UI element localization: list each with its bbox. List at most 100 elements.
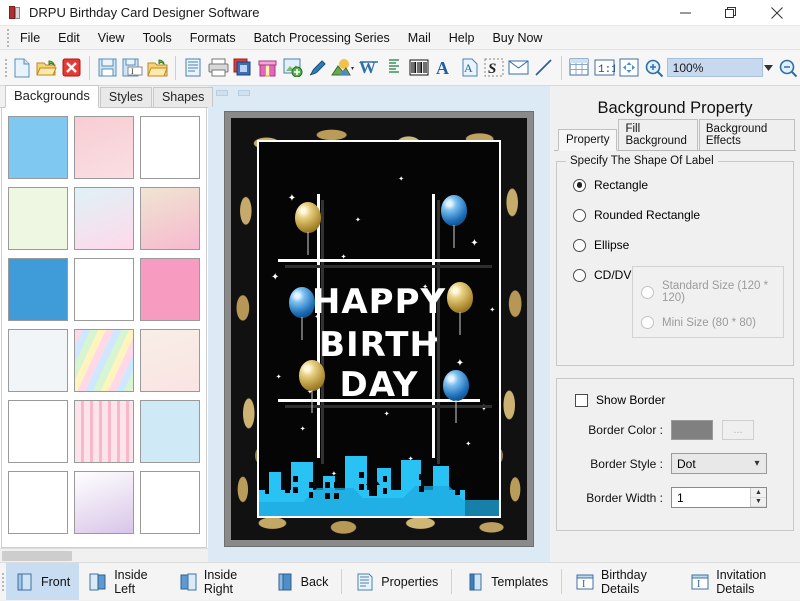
background-thumbnail-beige-bird[interactable] bbox=[140, 187, 200, 250]
export-icon[interactable] bbox=[145, 53, 170, 83]
menu-buy-now[interactable]: Buy Now bbox=[483, 28, 551, 48]
radio-mini-size-indicator[interactable] bbox=[641, 316, 654, 329]
save-icon[interactable] bbox=[95, 53, 120, 83]
chevron-down-icon[interactable] bbox=[763, 58, 775, 77]
text-document-icon[interactable]: A bbox=[456, 53, 481, 83]
background-thumbnails-scroll[interactable] bbox=[1, 108, 207, 548]
menu-help[interactable]: Help bbox=[440, 28, 484, 48]
tab-background-effects[interactable]: Background Effects bbox=[698, 119, 795, 150]
border-color-browse-button[interactable]: ... bbox=[722, 420, 754, 440]
grid-icon[interactable] bbox=[567, 53, 592, 83]
menu-tools[interactable]: Tools bbox=[134, 28, 181, 48]
menu-grip[interactable] bbox=[4, 28, 11, 47]
zoom-level-input[interactable]: 100% bbox=[666, 58, 763, 77]
background-thumbnail-pink-texture[interactable] bbox=[74, 116, 134, 179]
radio-ellipse-indicator[interactable] bbox=[573, 238, 586, 252]
bottom-tab-inside-right[interactable]: Inside Right bbox=[169, 563, 266, 600]
align-text-icon[interactable] bbox=[381, 53, 406, 83]
show-border-row[interactable]: Show Border bbox=[575, 393, 783, 407]
radio-standard-size-indicator[interactable] bbox=[641, 285, 654, 299]
save-as-icon[interactable]: I bbox=[120, 53, 145, 83]
chevron-down-icon[interactable]: ▾ bbox=[748, 458, 766, 469]
background-thumbnail-white-balloons[interactable] bbox=[74, 258, 134, 321]
tab-fill-background[interactable]: Fill Background bbox=[618, 119, 698, 150]
line-icon[interactable] bbox=[531, 53, 556, 83]
radio-mini-size[interactable]: Mini Size (80 * 80) bbox=[641, 316, 775, 329]
signature-icon[interactable]: S bbox=[481, 53, 506, 83]
text-icon[interactable]: A bbox=[431, 53, 456, 83]
new-document-icon[interactable] bbox=[9, 53, 34, 83]
background-thumbnail-rainbow-stripes[interactable] bbox=[74, 329, 134, 392]
menu-file[interactable]: File bbox=[11, 28, 49, 48]
tab-property[interactable]: Property bbox=[558, 129, 618, 151]
fit-page-icon[interactable] bbox=[617, 53, 642, 83]
radio-cd-dvd-indicator[interactable] bbox=[573, 268, 586, 282]
star: ✦ bbox=[383, 411, 390, 419]
stepper-buttons[interactable]: ▲ ▼ bbox=[750, 488, 766, 507]
background-thumbnail-cream-floral[interactable] bbox=[140, 329, 200, 392]
background-thumbnail-sky-balloons[interactable] bbox=[140, 400, 200, 463]
stepper-down-icon[interactable]: ▼ bbox=[751, 497, 766, 507]
bottom-tab-front[interactable]: Front bbox=[6, 563, 80, 600]
menu-view[interactable]: View bbox=[89, 28, 134, 48]
bottom-tab-birthday-details[interactable]: I Birthday Details bbox=[566, 563, 681, 600]
background-thumbnail-red-hearts[interactable] bbox=[140, 471, 200, 534]
print-icon[interactable] bbox=[206, 53, 231, 83]
menu-mail[interactable]: Mail bbox=[399, 28, 440, 48]
background-thumbnail-white-clouds[interactable] bbox=[8, 329, 68, 392]
close-button[interactable] bbox=[754, 0, 800, 26]
background-thumbnail-pink-stripe-hearts[interactable] bbox=[74, 400, 134, 463]
birthday-card-preview[interactable]: ✦✦✦✦✦✦✦✦✦✦✦✦✦✦✦✦✦✦✦✦✦✦ bbox=[231, 118, 527, 540]
radio-standard-size[interactable]: Standard Size (120 * 120) bbox=[641, 280, 775, 304]
background-thumbnail-blue-stars[interactable] bbox=[8, 258, 68, 321]
show-border-checkbox[interactable] bbox=[575, 393, 588, 407]
bottom-tab-templates[interactable]: Templates bbox=[456, 563, 557, 600]
bottom-tab-properties[interactable]: Properties bbox=[346, 563, 447, 600]
add-image-icon[interactable] bbox=[280, 53, 305, 83]
picture-icon[interactable] bbox=[330, 53, 356, 83]
background-thumbnail-daisy-flowers[interactable] bbox=[8, 187, 68, 250]
border-color-swatch[interactable] bbox=[671, 420, 713, 440]
background-thumbnail-pink-fairy-roses[interactable] bbox=[140, 258, 200, 321]
watermark-icon[interactable]: W bbox=[356, 53, 381, 83]
background-thumbnail-blossom-branches[interactable] bbox=[74, 471, 134, 534]
horizontal-scrollbar[interactable] bbox=[0, 548, 208, 562]
envelope-icon[interactable] bbox=[506, 53, 531, 83]
menu-batch-processing-series[interactable]: Batch Processing Series bbox=[245, 28, 399, 48]
radio-rectangle[interactable]: Rectangle bbox=[573, 178, 783, 192]
actual-size-icon[interactable]: 1:1 bbox=[592, 53, 617, 83]
stepper-up-icon[interactable]: ▲ bbox=[751, 488, 766, 498]
barcode-icon[interactable] bbox=[406, 53, 431, 83]
background-thumbnail-clouds-sky[interactable] bbox=[8, 116, 68, 179]
tab-shapes[interactable]: Shapes bbox=[152, 87, 214, 107]
scrollbar-thumb[interactable] bbox=[2, 550, 72, 561]
background-thumbnail-butterflies-flowers[interactable] bbox=[140, 116, 200, 179]
menu-edit[interactable]: Edit bbox=[49, 28, 89, 48]
open-folder-icon[interactable] bbox=[34, 53, 59, 83]
background-thumbnail-pastel-fairies[interactable] bbox=[74, 187, 134, 250]
bottom-tab-back[interactable]: Back bbox=[266, 563, 338, 600]
border-width-stepper[interactable]: 1 ▲ ▼ bbox=[671, 487, 767, 508]
minimize-button[interactable] bbox=[662, 0, 708, 26]
bottom-tab-invitation-details[interactable]: I Invitation Details bbox=[681, 563, 800, 600]
radio-rectangle-indicator[interactable] bbox=[573, 178, 586, 192]
copy-layers-icon[interactable] bbox=[231, 53, 256, 83]
menu-formats[interactable]: Formats bbox=[181, 28, 245, 48]
border-style-select[interactable]: Dot ▾ bbox=[671, 453, 767, 474]
properties-icon[interactable] bbox=[181, 53, 206, 83]
background-thumbnail-happy-birthday-balloons[interactable] bbox=[8, 400, 68, 463]
zoom-out-icon[interactable] bbox=[775, 53, 800, 83]
tab-backgrounds[interactable]: Backgrounds bbox=[5, 85, 99, 108]
radio-rounded-rectangle-indicator[interactable] bbox=[573, 208, 586, 222]
maximize-button[interactable] bbox=[708, 0, 754, 26]
radio-rounded-rectangle[interactable]: Rounded Rectangle bbox=[573, 208, 783, 222]
pen-icon[interactable] bbox=[305, 53, 330, 83]
close-document-icon[interactable] bbox=[59, 53, 84, 83]
background-thumbnail-pastel-hearts-outline[interactable] bbox=[8, 471, 68, 534]
gift-icon[interactable] bbox=[256, 53, 281, 83]
tab-styles[interactable]: Styles bbox=[99, 87, 152, 107]
radio-ellipse[interactable]: Ellipse bbox=[573, 238, 783, 252]
zoom-in-icon[interactable] bbox=[642, 53, 667, 83]
bottom-tab-inside-left[interactable]: Inside Left bbox=[79, 563, 169, 600]
canvas-viewport[interactable]: ✦✦✦✦✦✦✦✦✦✦✦✦✦✦✦✦✦✦✦✦✦✦ bbox=[210, 98, 548, 560]
